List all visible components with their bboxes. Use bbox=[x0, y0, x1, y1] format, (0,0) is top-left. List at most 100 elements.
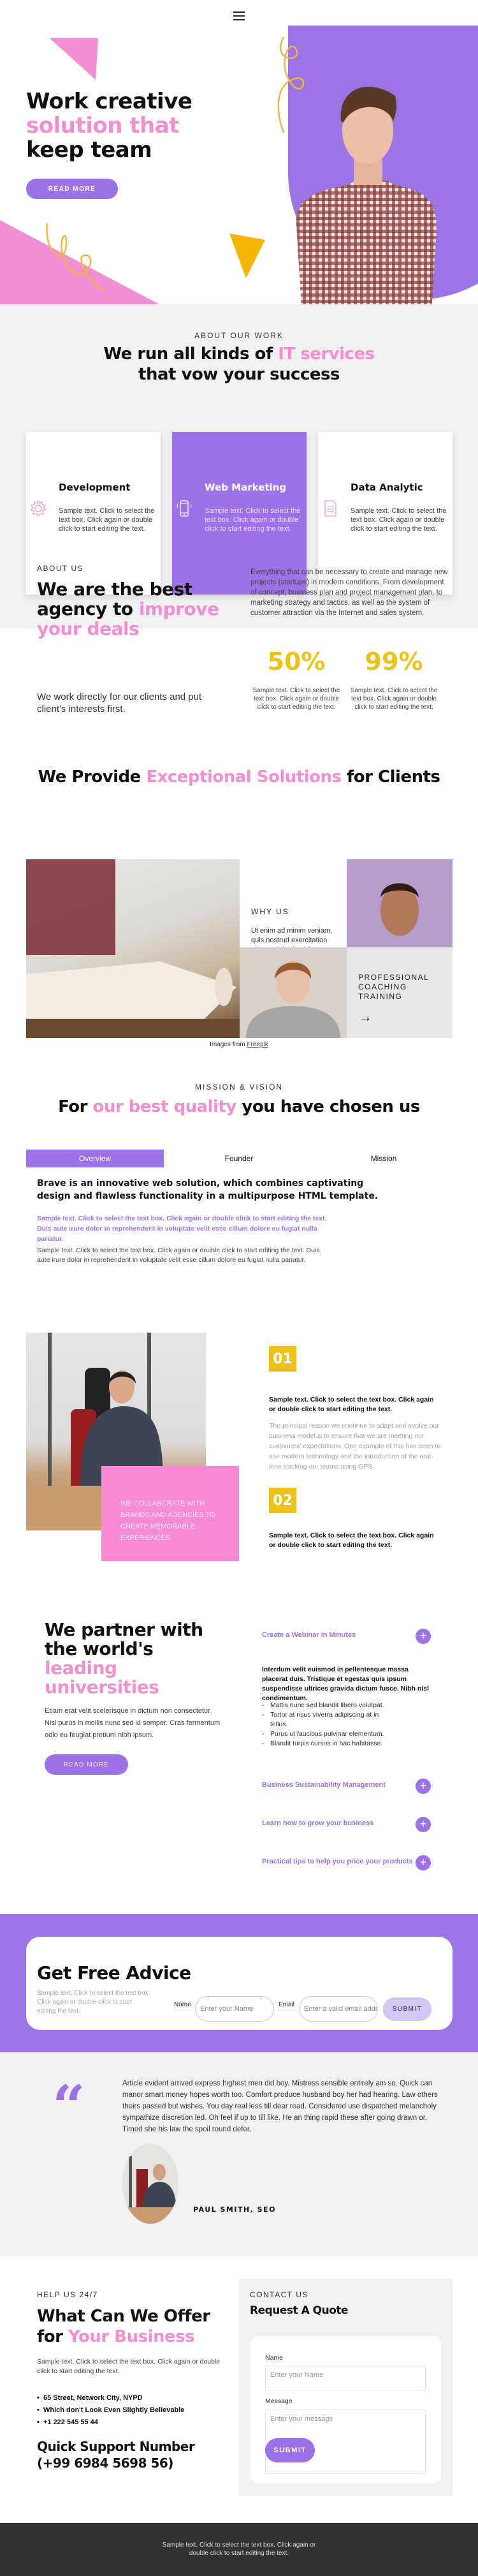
step-number: 02 bbox=[269, 1488, 296, 1513]
partner-title: We partner with the world's leading univ… bbox=[45, 1620, 210, 1697]
why-us-label: WHY US bbox=[251, 907, 289, 916]
plus-icon[interactable]: + bbox=[416, 1855, 431, 1870]
hero-person-image bbox=[296, 86, 437, 304]
mission-eyebrow: MISSION & VISION bbox=[194, 1083, 284, 1092]
contact-info-list: • 65 Street, Network City, NYPD • Which … bbox=[37, 2392, 184, 2429]
plus-icon[interactable]: + bbox=[416, 1817, 431, 1832]
exceptional-title-text: for Clients bbox=[341, 767, 440, 787]
accordion-list-item: - Tortor at risus viverra adipiscing at i… bbox=[262, 1711, 379, 1728]
partner-title-highlight: leading universities bbox=[45, 1657, 159, 1698]
about-eyebrow: ABOUT US bbox=[37, 564, 84, 573]
mission-title-text: you have chosen us bbox=[236, 1097, 420, 1116]
advice-section: Get Free Advice Sample text. Click to se… bbox=[0, 1914, 478, 2052]
stat-text: Sample text. Click to select the text bo… bbox=[350, 687, 438, 711]
services-eyebrow: ABOUT OUR WORK bbox=[194, 331, 284, 340]
advice-title: Get Free Advice bbox=[37, 1962, 191, 1983]
services-title-text: that vow your success bbox=[138, 365, 340, 384]
services-title: We run all kinds of IT services that vow… bbox=[0, 344, 478, 385]
advice-name-input[interactable]: Enter your Name bbox=[195, 1996, 274, 2022]
stat-value: 99% bbox=[365, 648, 423, 676]
accordion-title[interactable]: Learn how to grow your business bbox=[262, 1819, 373, 1827]
support-number: Quick Support Number (+99 6984 5698 56) bbox=[37, 2439, 195, 2471]
plus-icon[interactable]: + bbox=[416, 1779, 431, 1794]
partner-text: Etiam erat velit scelerisque in dictum n… bbox=[45, 1707, 221, 1739]
contact-form-eyebrow: CONTACT US bbox=[250, 2290, 308, 2299]
tab-founder[interactable]: Founder bbox=[170, 1150, 308, 1167]
contact-eyebrow: HELP US 24/7 bbox=[37, 2290, 98, 2299]
image-credit: Images from Freepik bbox=[0, 1041, 478, 1048]
quote-icon: “ bbox=[52, 2073, 85, 2140]
email-label: Email bbox=[279, 2001, 295, 2008]
arrow-right-icon[interactable]: → bbox=[358, 1009, 372, 1025]
step-number: 01 bbox=[269, 1346, 296, 1372]
architect-photo bbox=[26, 859, 240, 1038]
partner-title-text: We partner with the world's bbox=[45, 1619, 203, 1659]
email-placeholder: Enter a valid email address bbox=[304, 2005, 378, 2013]
card-text: Sample text. Click to select the text bo… bbox=[205, 507, 301, 533]
quote-submit-button[interactable]: SUBMIT bbox=[265, 2438, 315, 2462]
accordion-title[interactable]: Practical tips to help you price your pr… bbox=[262, 1858, 413, 1865]
address-text: 65 Street, Network City, NYPD bbox=[43, 2394, 143, 2402]
hero-title-line: keep team bbox=[26, 137, 152, 163]
mission-title-text: For bbox=[58, 1097, 93, 1116]
info-text: Which don't Look Even Slightly Believabl… bbox=[43, 2406, 185, 2414]
step-title: Sample text. Click to select the text bo… bbox=[269, 1396, 434, 1413]
plus-icon[interactable]: + bbox=[416, 1629, 431, 1644]
about-paragraph: Everything that can be necessary to crea… bbox=[250, 568, 448, 617]
advice-card: Get Free Advice Sample text. Click to se… bbox=[26, 1937, 453, 2030]
contact-info-item: • +1 222 545 55 44 bbox=[37, 2418, 98, 2426]
form-message-placeholder: Enter your message bbox=[270, 2415, 333, 2423]
form-name-input[interactable]: Enter your Name bbox=[265, 2365, 426, 2391]
card-title: Development bbox=[59, 482, 131, 493]
hero-title-line: Work creative bbox=[26, 89, 192, 114]
accordion-list-item: - Blandit turpis cursus in hac habitasse. bbox=[262, 1740, 383, 1747]
young-man-photo bbox=[240, 947, 347, 1038]
name-label: Name bbox=[174, 2001, 191, 2008]
advice-submit-button[interactable]: SUBMIT bbox=[383, 1997, 431, 2021]
collab-overlay-text: WE COLLABORATE WITH BRANDS AND AGENCIES … bbox=[120, 1500, 215, 1542]
accordion-list-item: - Purus ut faucibus pulvinar elementum. bbox=[262, 1730, 384, 1738]
stat-item: 99% Sample text. Click to select the tex… bbox=[349, 648, 438, 711]
list-item-text: Purus ut faucibus pulvinar elementum. bbox=[270, 1730, 384, 1738]
coaching-block[interactable]: PROFESSIONAL COACHING TRAINING → bbox=[347, 947, 453, 1038]
document-icon bbox=[324, 500, 337, 517]
contact-title-highlight: Your Business bbox=[68, 2327, 195, 2346]
hero-section bbox=[0, 26, 478, 304]
form-message-label: Message bbox=[265, 2397, 293, 2405]
young-man-illustration bbox=[246, 961, 340, 1038]
step-text: The principal reason we continue to adap… bbox=[269, 1422, 441, 1470]
contact-title: What Can We Offer for Your Business bbox=[37, 2306, 235, 2347]
form-name-label: Name bbox=[265, 2354, 284, 2362]
services-title-text: We run all kinds of bbox=[103, 344, 279, 364]
testimonial-author: PAUL SMITH, SEO bbox=[193, 2205, 276, 2214]
phone-text: +1 222 545 55 44 bbox=[43, 2418, 98, 2426]
tab-mission[interactable]: Mission bbox=[315, 1150, 453, 1167]
contact-info-item: • Which don't Look Even Slightly Believa… bbox=[37, 2406, 185, 2414]
exceptional-title-highlight: Exceptional Solutions bbox=[146, 767, 342, 787]
accordion-title[interactable]: Business Sustainability Management bbox=[262, 1781, 386, 1789]
accordion-list-item: - Mattis nunc sed blandit libero volutpat… bbox=[262, 1701, 384, 1709]
tab-overview[interactable]: Overview bbox=[26, 1150, 164, 1167]
list-item-text: Tortor at risus viverra adipiscing at in… bbox=[270, 1711, 379, 1728]
about-subtitle: We work directly for our clients and put… bbox=[37, 692, 202, 714]
stat-item: 50% Sample text. Click to select the tex… bbox=[252, 648, 341, 711]
pink-triangle-decoration bbox=[50, 38, 98, 80]
collab-overlay-box: WE COLLABORATE WITH BRANDS AND AGENCIES … bbox=[101, 1466, 239, 1561]
advice-email-input[interactable]: Enter a valid email address bbox=[299, 1996, 378, 2022]
freepik-link[interactable]: Freepik bbox=[247, 1041, 268, 1048]
step-title: Sample text. Click to select the text bo… bbox=[269, 1532, 434, 1549]
testimonial-section: “ Article evident arrived express highes… bbox=[0, 2052, 478, 2256]
author-avatar bbox=[122, 2143, 178, 2224]
read-more-button[interactable]: READ MORE bbox=[26, 179, 118, 199]
list-item-text: Blandit turpis cursus in hac habitasse. bbox=[270, 1740, 383, 1747]
about-title: We are the best agency to improve your d… bbox=[37, 579, 222, 639]
testimonial-quote: Article evident arrived express highest … bbox=[122, 2080, 438, 2133]
hamburger-icon[interactable] bbox=[233, 11, 245, 20]
exceptional-title-text: We Provide bbox=[38, 767, 147, 787]
card-title: Web Marketing bbox=[205, 482, 287, 493]
mission-title-highlight: our best quality bbox=[92, 1097, 237, 1116]
card-text: Sample text. Click to select the text bo… bbox=[59, 507, 155, 533]
coaching-label: PROFESSIONAL COACHING TRAINING bbox=[358, 973, 429, 1001]
partner-read-more-button[interactable]: READ MORE bbox=[45, 1754, 128, 1775]
hero-title: Work creative solution that keep team bbox=[26, 89, 236, 162]
